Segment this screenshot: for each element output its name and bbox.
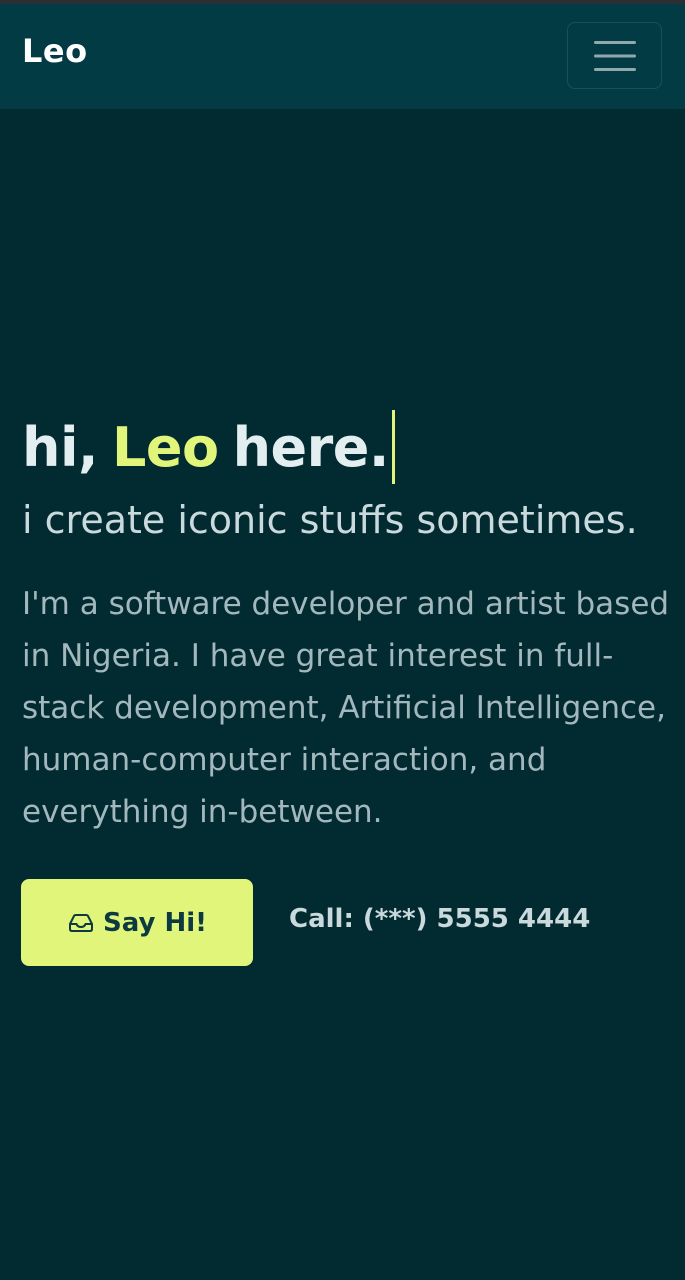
hero-subtitle: i create iconic stuffs sometimes.: [22, 498, 638, 542]
inbox-icon: [67, 912, 95, 934]
greeting-name: Leo: [111, 415, 219, 479]
menu-toggle-button[interactable]: [567, 22, 662, 89]
say-hi-label: Say Hi!: [103, 907, 207, 938]
greeting-prefix: hi,: [22, 415, 98, 479]
call-phone-link[interactable]: Call: (***) 5555 4444: [289, 904, 590, 934]
typing-cursor: [391, 410, 395, 484]
navbar: Leo: [0, 4, 685, 109]
hero-heading: hi, Leo here.: [22, 408, 395, 486]
brand-logo-link[interactable]: Leo: [22, 32, 88, 70]
page: Leo hi, Leo here. i create iconic stuffs s…: [0, 0, 685, 1280]
say-hi-button[interactable]: Say Hi!: [21, 879, 253, 966]
hero-bio: I'm a software developer and artist base…: [22, 586, 670, 830]
greeting-suffix: here.: [232, 415, 390, 479]
hamburger-menu-icon: [593, 39, 637, 73]
